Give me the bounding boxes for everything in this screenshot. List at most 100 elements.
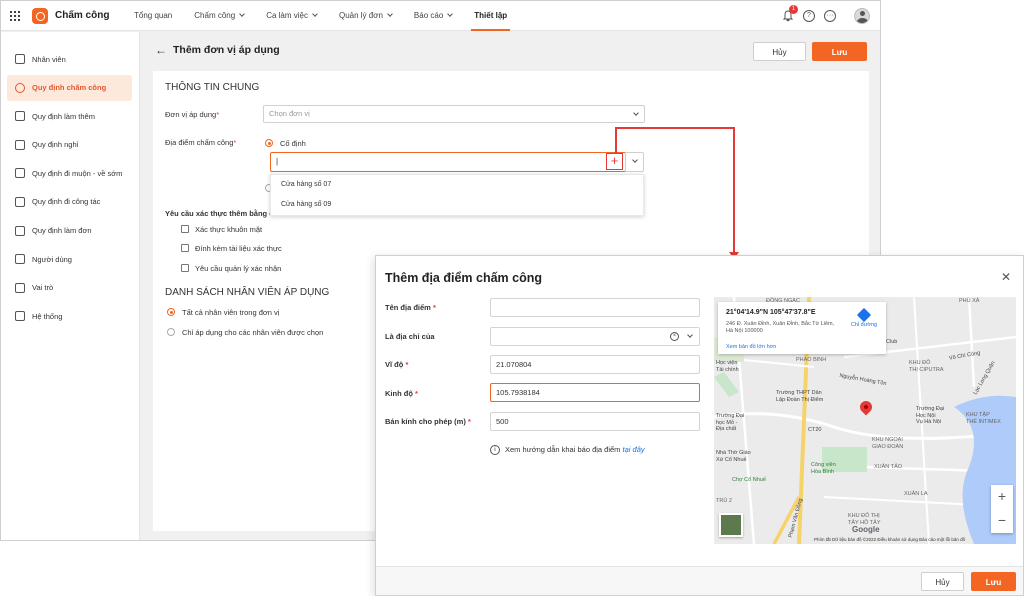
sidebar-item[interactable]: Quy định làm đơn [7, 218, 132, 244]
sidebar-item[interactable]: Quy định đi công tác [7, 189, 132, 215]
location-search-input[interactable]: | [270, 152, 626, 172]
dialog-title: Thêm địa điểm chấm công [385, 271, 542, 285]
attach-doc-label: Đính kèm tài liệu xác thực [195, 244, 282, 253]
nav-item[interactable]: Quản lý đơn [328, 1, 403, 31]
add-location-button[interactable]: + [606, 153, 623, 170]
attach-doc-checkbox[interactable] [181, 244, 189, 252]
sidebar-item-label: Quy định nghỉ [32, 140, 79, 150]
name-label: Tên địa điểm * [385, 303, 436, 312]
general-info-title: THÔNG TIN CHUNG [165, 82, 260, 93]
lat-input[interactable]: 21.070804 [490, 355, 700, 374]
manager-confirm-label: Yêu cầu quản lý xác nhận [195, 264, 282, 273]
map-view[interactable]: ĐÔNG NGẠC PHÚ XÁ Club Học viện Tài chính… [714, 297, 1016, 544]
map-label: Club [886, 339, 898, 345]
dialog-save-button[interactable]: Lưu [971, 572, 1016, 591]
help-icon[interactable]: ? [803, 10, 815, 22]
clock-icon [15, 82, 25, 93]
sidebar-item-label: Nhân viên [32, 54, 66, 64]
map-label: Trường THPT Dân Lập Đoàn Thị Điểm [776, 390, 824, 403]
page-title: Thêm đơn vị áp dụng [173, 44, 280, 56]
sidebar-item[interactable]: Quy định chấm công [7, 74, 132, 101]
map-label: PHÁO BINH [796, 357, 827, 363]
zoom-in-button[interactable]: + [991, 485, 1013, 509]
save-button[interactable]: Lưu [812, 42, 867, 61]
cancel-button[interactable]: Hủy [753, 42, 806, 61]
map-address: 246 Đ. Xuân Đỉnh, Xuân Đỉnh, Bắc Từ Liêm… [726, 321, 835, 334]
manager-confirm-checkbox[interactable] [181, 264, 189, 272]
chevron-down-icon [387, 11, 393, 17]
map-label: PHÚ XÁ [959, 298, 980, 304]
sidebar-item-label: Vai trò [32, 283, 54, 293]
dialog-cancel-button[interactable]: Hủy [921, 572, 964, 591]
satellite-toggle[interactable] [719, 513, 743, 537]
lng-input[interactable]: 105.7938184 [490, 383, 700, 402]
directions-button[interactable]: Chỉ đường [846, 307, 882, 328]
all-employees-radio[interactable] [167, 308, 175, 316]
sidebar-item[interactable]: Hệ thống [7, 303, 132, 329]
chevron-down-icon [312, 11, 318, 17]
apps-grid-icon[interactable] [10, 11, 20, 21]
overtime-icon [15, 111, 25, 122]
sidebar-item-label: Quy định đi công tác [32, 197, 101, 207]
location-dropdown-toggle[interactable] [625, 152, 644, 172]
larger-map-link[interactable]: Xem bản đồ lớn hơn [726, 344, 776, 350]
info-icon: i [490, 445, 500, 456]
user-avatar[interactable] [854, 8, 870, 24]
radius-input[interactable]: 500 [490, 412, 700, 431]
nav-item[interactable]: Thiết lập [463, 1, 518, 31]
zoom-out-button[interactable]: − [991, 509, 1013, 533]
users-icon [15, 54, 25, 64]
map-label: Công viên Hòa Bình [811, 462, 836, 475]
hourglass-icon [15, 168, 25, 179]
nav-item[interactable]: Tổng quan [123, 1, 183, 31]
sidebar: Nhân viên Quy định chấm công Quy định làm … [1, 32, 140, 540]
sidebar-item[interactable]: Quy định làm thêm [7, 103, 132, 129]
fixed-location-label: Cố định [280, 139, 306, 148]
dropdown-option[interactable]: Cửa hàng số 07 [271, 175, 643, 195]
nav-item-label: Ca làm việc [266, 11, 308, 20]
document-icon [15, 225, 25, 236]
sidebar-item[interactable]: Nhân viên [7, 46, 132, 72]
chevron-down-icon [632, 157, 638, 163]
shield-icon [15, 282, 25, 293]
nav-item-label: Báo cáo [413, 11, 444, 20]
address-of-select[interactable]: × [490, 327, 700, 346]
sidebar-item-label: Quy định đi muộn - về sớm [32, 168, 123, 178]
back-arrow-icon[interactable]: ← [155, 43, 167, 57]
annotation-line [615, 127, 735, 129]
user-icon [15, 254, 25, 265]
nav-item[interactable]: Ca làm việc [255, 1, 328, 31]
sidebar-item[interactable]: Người dùng [7, 246, 132, 272]
page-header: ← Thêm đơn vị áp dụng Hủy Lưu [141, 32, 880, 70]
selected-employees-radio[interactable] [167, 328, 175, 336]
sidebar-item-label: Hệ thống [32, 311, 63, 321]
nav-item[interactable]: Báo cáo [403, 1, 463, 31]
unit-label: Đơn vị áp dụng* [165, 110, 220, 119]
clear-icon[interactable]: × [670, 332, 679, 341]
sidebar-item[interactable]: Quy định đi muộn - về sớm [7, 160, 132, 186]
annotation-line [615, 127, 617, 154]
name-input[interactable] [490, 298, 700, 317]
sidebar-item[interactable]: Quy định nghỉ [7, 132, 132, 158]
face-verify-checkbox[interactable] [181, 225, 189, 233]
system-icon [15, 311, 25, 322]
dialog-footer: Hủy Lưu [376, 566, 1023, 595]
selected-employees-label: Chỉ áp dụng cho các nhân viên được chọn [182, 328, 324, 337]
notification-bell-icon[interactable]: 1 [782, 5, 798, 22]
map-label: KHU ĐÔ THỊ CIPUTRA [909, 360, 944, 373]
lat-label: Vĩ độ * [385, 360, 409, 369]
guide-link[interactable]: tại đây [623, 445, 645, 454]
radius-label: Bán kính cho phép (m) * [385, 417, 471, 426]
sidebar-item[interactable]: Vai trò [7, 275, 132, 301]
close-icon[interactable]: ✕ [1001, 270, 1011, 284]
nav-item-label: Thiết lập [474, 11, 508, 20]
chevron-down-icon [687, 332, 693, 338]
fixed-location-radio[interactable] [265, 139, 273, 147]
map-info-card: 21°04'14.9"N 105°47'37.8"E 246 Đ. Xuân Đ… [718, 302, 886, 354]
unit-select[interactable]: Chọn đơn vị [263, 105, 645, 123]
nav-item[interactable]: Chấm công [183, 1, 255, 31]
top-icons: 1 ? ··· [782, 1, 870, 31]
nav-item-label: Chấm công [194, 11, 236, 20]
dropdown-option[interactable]: Cửa hàng số 09 [271, 195, 643, 215]
more-icon[interactable]: ··· [824, 10, 836, 22]
